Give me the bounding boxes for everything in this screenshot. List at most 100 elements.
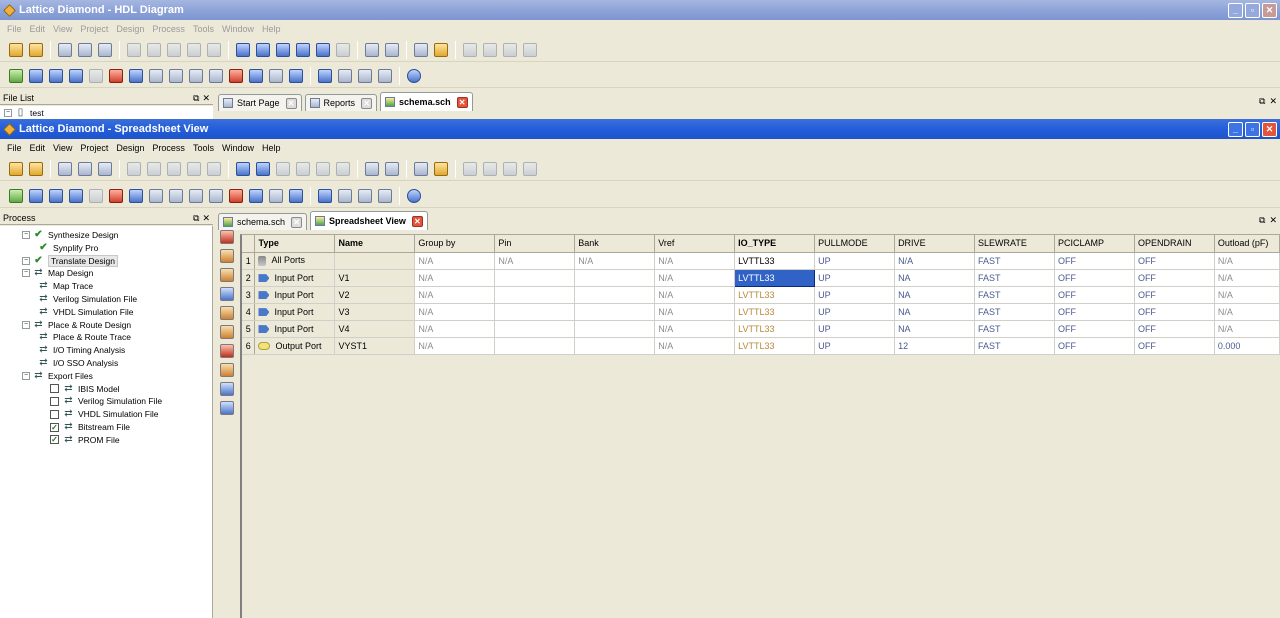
package-view-icon[interactable]: [49, 68, 63, 83]
cell-opendrain[interactable]: OFF: [1134, 286, 1215, 304]
check-design-icon[interactable]: [434, 42, 448, 57]
file-list-item[interactable]: − ▯ test: [0, 106, 213, 119]
column-header[interactable]: OPENDRAIN: [1134, 235, 1215, 253]
run-all-icon[interactable]: [483, 42, 497, 57]
layout-4-icon[interactable]: [378, 188, 392, 203]
stop-icon[interactable]: [523, 42, 537, 57]
copy-icon[interactable]: [187, 161, 201, 176]
cell-name[interactable]: V3: [334, 303, 416, 321]
cell-bank[interactable]: [574, 269, 656, 287]
cell-group[interactable]: N/A: [414, 303, 496, 321]
physical-view-icon[interactable]: [169, 188, 183, 203]
minimize-button[interactable]: _: [1228, 2, 1243, 18]
zoom-out-icon[interactable]: [296, 42, 310, 57]
collapse-icon[interactable]: −: [22, 320, 30, 329]
process-item[interactable]: ⇄ VHDL Simulation File: [38, 306, 133, 318]
tab-close-icon[interactable]: ✕: [285, 97, 297, 109]
maximize-button[interactable]: ▫: [1245, 2, 1260, 18]
column-header[interactable]: Bank: [574, 235, 656, 253]
float-icon[interactable]: ⧉: [193, 213, 199, 224]
column-header[interactable]: Vref: [654, 235, 736, 253]
cell-drive[interactable]: NA: [894, 286, 975, 304]
tile-icon[interactable]: [385, 161, 399, 176]
floorplan-icon[interactable]: [149, 68, 163, 83]
cell-pciclamp[interactable]: OFF: [1054, 286, 1135, 304]
cell-outload[interactable]: N/A: [1214, 320, 1280, 338]
process-item[interactable]: − ✔ Translate Design: [22, 254, 118, 267]
column-header[interactable]: Name: [334, 235, 416, 253]
tab-reports[interactable]: Reports ✕: [304, 94, 378, 111]
copy-icon[interactable]: [187, 42, 201, 57]
table-row[interactable]: 2 Input Port V1 N/A N/A LVTTL33 UP NA FAST OFF OFF…: [242, 268, 1280, 287]
tab-close-icon[interactable]: ✕: [361, 97, 373, 109]
cell-pciclamp[interactable]: OFF: [1054, 303, 1135, 321]
cell-slewrate[interactable]: FAST: [974, 303, 1055, 321]
menu-help[interactable]: Help: [262, 143, 281, 153]
cell-pin[interactable]: [494, 337, 576, 355]
cell-slewrate[interactable]: FAST: [974, 269, 1055, 287]
cut-icon[interactable]: [167, 161, 181, 176]
zoom-fit-icon[interactable]: [316, 42, 330, 57]
cell-name[interactable]: VYST1: [334, 337, 416, 355]
menu-edit[interactable]: Edit: [30, 143, 46, 153]
run-all-icon[interactable]: [483, 161, 497, 176]
menu-tools[interactable]: Tools: [193, 24, 214, 34]
row-number[interactable]: 3: [242, 286, 256, 304]
menu-file[interactable]: File: [7, 143, 22, 153]
layout-3-icon[interactable]: [358, 68, 372, 83]
cell-vref[interactable]: N/A: [654, 303, 736, 321]
reveal-icon[interactable]: [129, 188, 143, 203]
print-icon[interactable]: [98, 42, 112, 57]
table-row[interactable]: 3 Input Port V2 N/A N/A LVTTL33 UP NA FAST OFF OFF…: [242, 286, 1280, 304]
cell-outload[interactable]: N/A: [1214, 303, 1280, 321]
process-item[interactable]: ⇄ VHDL Simulation File: [50, 408, 158, 420]
layout-2-icon[interactable]: [338, 188, 352, 203]
menu-process[interactable]: Process: [152, 24, 185, 34]
zoom-select-icon[interactable]: [336, 161, 350, 176]
export-checkbox[interactable]: [50, 409, 59, 419]
find-icon[interactable]: [236, 42, 250, 57]
floorplan-icon[interactable]: [149, 188, 163, 203]
tab-start-page[interactable]: Start Page ✕: [218, 94, 302, 111]
collapse-icon[interactable]: −: [4, 108, 12, 117]
web-icon[interactable]: [407, 188, 421, 203]
column-header[interactable]: DRIVE: [894, 235, 975, 253]
layout-2-icon[interactable]: [338, 68, 352, 83]
front-window-titlebar[interactable]: Lattice Diamond - Spreadsheet View _ ▫ ✕: [0, 119, 1280, 139]
sso-icon[interactable]: [229, 68, 243, 83]
cell-slewrate[interactable]: FAST: [974, 320, 1055, 338]
cell-bank[interactable]: [574, 286, 656, 304]
timing-pref-icon[interactable]: [220, 344, 234, 358]
programmer-icon[interactable]: [289, 188, 303, 203]
menu-file[interactable]: File: [7, 24, 22, 34]
cell-slewrate[interactable]: FAST: [974, 286, 1055, 304]
list-icon[interactable]: [365, 161, 379, 176]
power-icon[interactable]: [189, 68, 203, 83]
filter-icon[interactable]: [220, 325, 234, 339]
open-file-icon[interactable]: [29, 161, 43, 176]
tab-close-icon[interactable]: ✕: [411, 215, 423, 227]
save-all-icon[interactable]: [78, 161, 92, 176]
float-icon[interactable]: ⧉: [193, 93, 199, 104]
cell-pin[interactable]: [494, 303, 576, 321]
cell-outload[interactable]: N/A: [1214, 269, 1280, 287]
settings-icon[interactable]: [269, 68, 283, 83]
minimize-button[interactable]: _: [1228, 121, 1243, 137]
cell-pciclamp[interactable]: OFF: [1054, 337, 1135, 355]
layout-1-icon[interactable]: [318, 188, 332, 203]
save-icon[interactable]: [58, 42, 72, 57]
cell-group[interactable]: N/A: [414, 252, 496, 270]
cell-opendrain[interactable]: OFF: [1134, 252, 1215, 270]
device-view-icon[interactable]: [69, 188, 83, 203]
cell-io-type[interactable]: LVTTL33: [734, 286, 816, 304]
menu-help[interactable]: Help: [262, 24, 281, 34]
cell-drive[interactable]: N/A: [894, 252, 975, 270]
cell-opendrain[interactable]: OFF: [1134, 269, 1215, 287]
cell-name[interactable]: V4: [334, 320, 416, 338]
cell-name[interactable]: V1: [334, 269, 416, 287]
column-header[interactable]: PULLMODE: [814, 235, 896, 253]
cell-opendrain[interactable]: OFF: [1134, 320, 1215, 338]
row-number[interactable]: 2: [242, 269, 256, 287]
timing-icon[interactable]: [109, 188, 123, 203]
menu-tools[interactable]: Tools: [193, 143, 214, 153]
